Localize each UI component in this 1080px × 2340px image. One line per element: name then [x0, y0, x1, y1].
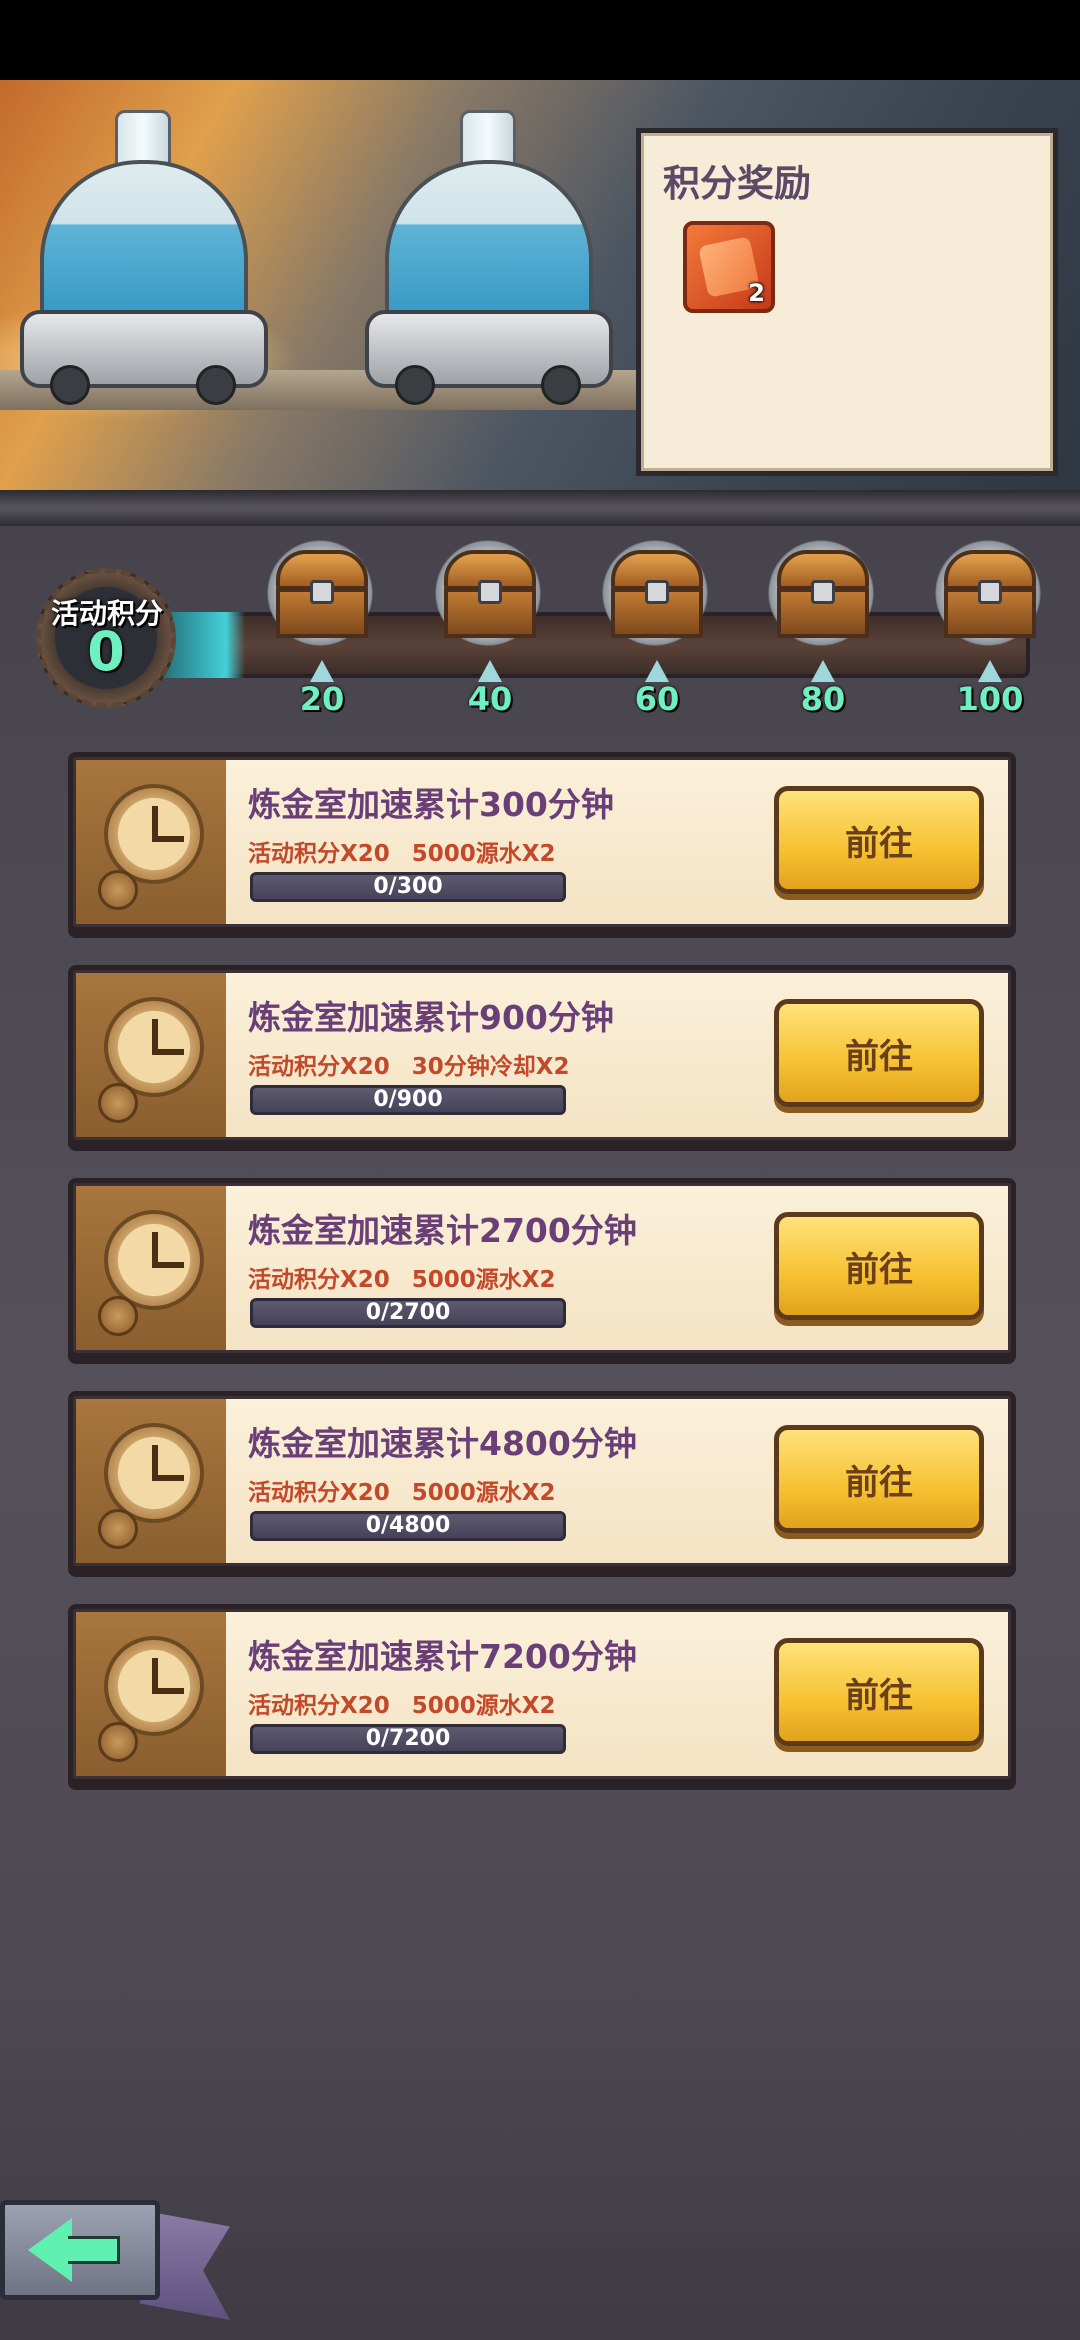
lock-icon [811, 580, 835, 604]
milestone-chest-100[interactable] [924, 536, 1052, 650]
status-bar [0, 0, 1080, 80]
go-button[interactable]: 前往 [774, 786, 984, 894]
task-icon-area [76, 973, 226, 1137]
task-title: 炼金室加速累计300分钟 [248, 785, 614, 824]
go-button[interactable]: 前往 [774, 1212, 984, 1320]
task-reward: 活动积分X20 [248, 1693, 390, 1719]
points-reward-panel: 积分奖励 2 [636, 128, 1058, 476]
back-arrow-icon [28, 2218, 72, 2282]
go-button-label: 前往 [845, 1675, 913, 1716]
task-icon-area [76, 1612, 226, 1776]
task-progress-bar: 0/2700 [250, 1298, 566, 1328]
milestone-tick [978, 660, 1002, 682]
flask-left [20, 110, 268, 410]
task-progress-text: 0/2700 [365, 1300, 451, 1325]
task-progress-bar: 0/300 [250, 872, 566, 902]
task-progress-text: 0/7200 [365, 1726, 451, 1751]
milestone-label: 80 [800, 680, 846, 718]
potion-icon [98, 1722, 138, 1762]
lock-icon [310, 580, 334, 604]
potion-icon [98, 1509, 138, 1549]
milestone-label: 20 [299, 680, 345, 718]
potion-icon [98, 1296, 138, 1336]
section-divider [0, 490, 1080, 526]
task-title: 炼金室加速累计2700分钟 [248, 1211, 637, 1250]
task-rewards: 活动积分X20 5000源水X2 [248, 1260, 578, 1294]
reward-item-puzzle[interactable]: 2 [683, 221, 775, 313]
task-progress-bar: 0/7200 [250, 1724, 566, 1754]
go-button-label: 前往 [845, 823, 913, 864]
task-reward: 活动积分X20 [248, 841, 390, 867]
potion-icon [98, 870, 138, 910]
task-progress-text: 0/4800 [365, 1513, 451, 1538]
milestone-tick [310, 660, 334, 682]
milestone-tick [645, 660, 669, 682]
task-icon-area [76, 1186, 226, 1350]
reward-panel-title: 积分奖励 [663, 162, 811, 205]
task-card: 炼金室加速累计4800分钟活动积分X20 5000源水X2 0/4800 前往 [68, 1391, 1016, 1571]
task-progress-bar: 0/4800 [250, 1511, 566, 1541]
go-button-label: 前往 [845, 1462, 913, 1503]
go-button[interactable]: 前往 [774, 1638, 984, 1746]
task-reward: 活动积分X20 [248, 1267, 390, 1293]
milestone-chest-80[interactable] [757, 536, 885, 650]
task-reward: 活动积分X20 [248, 1480, 390, 1506]
task-title: 炼金室加速累计4800分钟 [248, 1424, 637, 1463]
lock-icon [978, 580, 1002, 604]
clock-icon [104, 784, 204, 884]
lock-icon [478, 580, 502, 604]
task-rewards: 活动积分X20 5000源水X2 [248, 1473, 578, 1507]
clock-icon [104, 1636, 204, 1736]
task-progress-bar: 0/900 [250, 1085, 566, 1115]
task-title: 炼金室加速累计7200分钟 [248, 1637, 637, 1676]
task-card: 炼金室加速累计7200分钟活动积分X20 5000源水X2 0/7200 前往 [68, 1604, 1016, 1784]
go-button-label: 前往 [845, 1036, 913, 1077]
clock-icon [104, 1210, 204, 1310]
clock-icon [104, 997, 204, 1097]
task-title: 炼金室加速累计900分钟 [248, 998, 614, 1037]
flask-right [365, 110, 613, 410]
task-reward: 活动积分X20 [248, 1054, 390, 1080]
back-arrow-tail [68, 2236, 120, 2264]
activity-points-value: 0 [87, 620, 125, 683]
task-progress-text: 0/900 [373, 1087, 443, 1112]
back-button[interactable] [0, 2190, 230, 2322]
task-rewards: 活动积分X20 5000源水X2 [248, 834, 578, 868]
task-reward: 5000源水X2 [411, 841, 556, 867]
potion-icon [98, 1083, 138, 1123]
task-card: 炼金室加速累计2700分钟活动积分X20 5000源水X2 0/2700 前往 [68, 1178, 1016, 1358]
milestone-label: 60 [634, 680, 680, 718]
task-reward: 5000源水X2 [411, 1480, 556, 1506]
task-rewards: 活动积分X20 5000源水X2 [248, 1686, 578, 1720]
lock-icon [645, 580, 669, 604]
clock-icon [104, 1423, 204, 1523]
task-reward: 5000源水X2 [411, 1693, 556, 1719]
milestone-chest-20[interactable] [256, 536, 384, 650]
task-icon-area [76, 1399, 226, 1563]
task-progress-text: 0/300 [373, 874, 443, 899]
milestone-chest-40[interactable] [424, 536, 552, 650]
milestone-chest-60[interactable] [591, 536, 719, 650]
milestone-label: 100 [956, 680, 1024, 718]
go-button[interactable]: 前往 [774, 999, 984, 1107]
task-reward: 30分钟冷却X2 [411, 1054, 570, 1080]
milestone-tick [811, 660, 835, 682]
task-card: 炼金室加速累计900分钟活动积分X20 30分钟冷却X2 0/900 前往 [68, 965, 1016, 1145]
reward-item-count: 2 [748, 279, 765, 307]
task-reward: 5000源水X2 [411, 1267, 556, 1293]
task-card: 炼金室加速累计300分钟活动积分X20 5000源水X2 0/300 前往 [68, 752, 1016, 932]
go-button-label: 前往 [845, 1249, 913, 1290]
milestone-label: 40 [467, 680, 513, 718]
task-icon-area [76, 760, 226, 924]
milestone-tick [478, 660, 502, 682]
task-rewards: 活动积分X20 30分钟冷却X2 [248, 1047, 592, 1081]
go-button[interactable]: 前往 [774, 1425, 984, 1533]
